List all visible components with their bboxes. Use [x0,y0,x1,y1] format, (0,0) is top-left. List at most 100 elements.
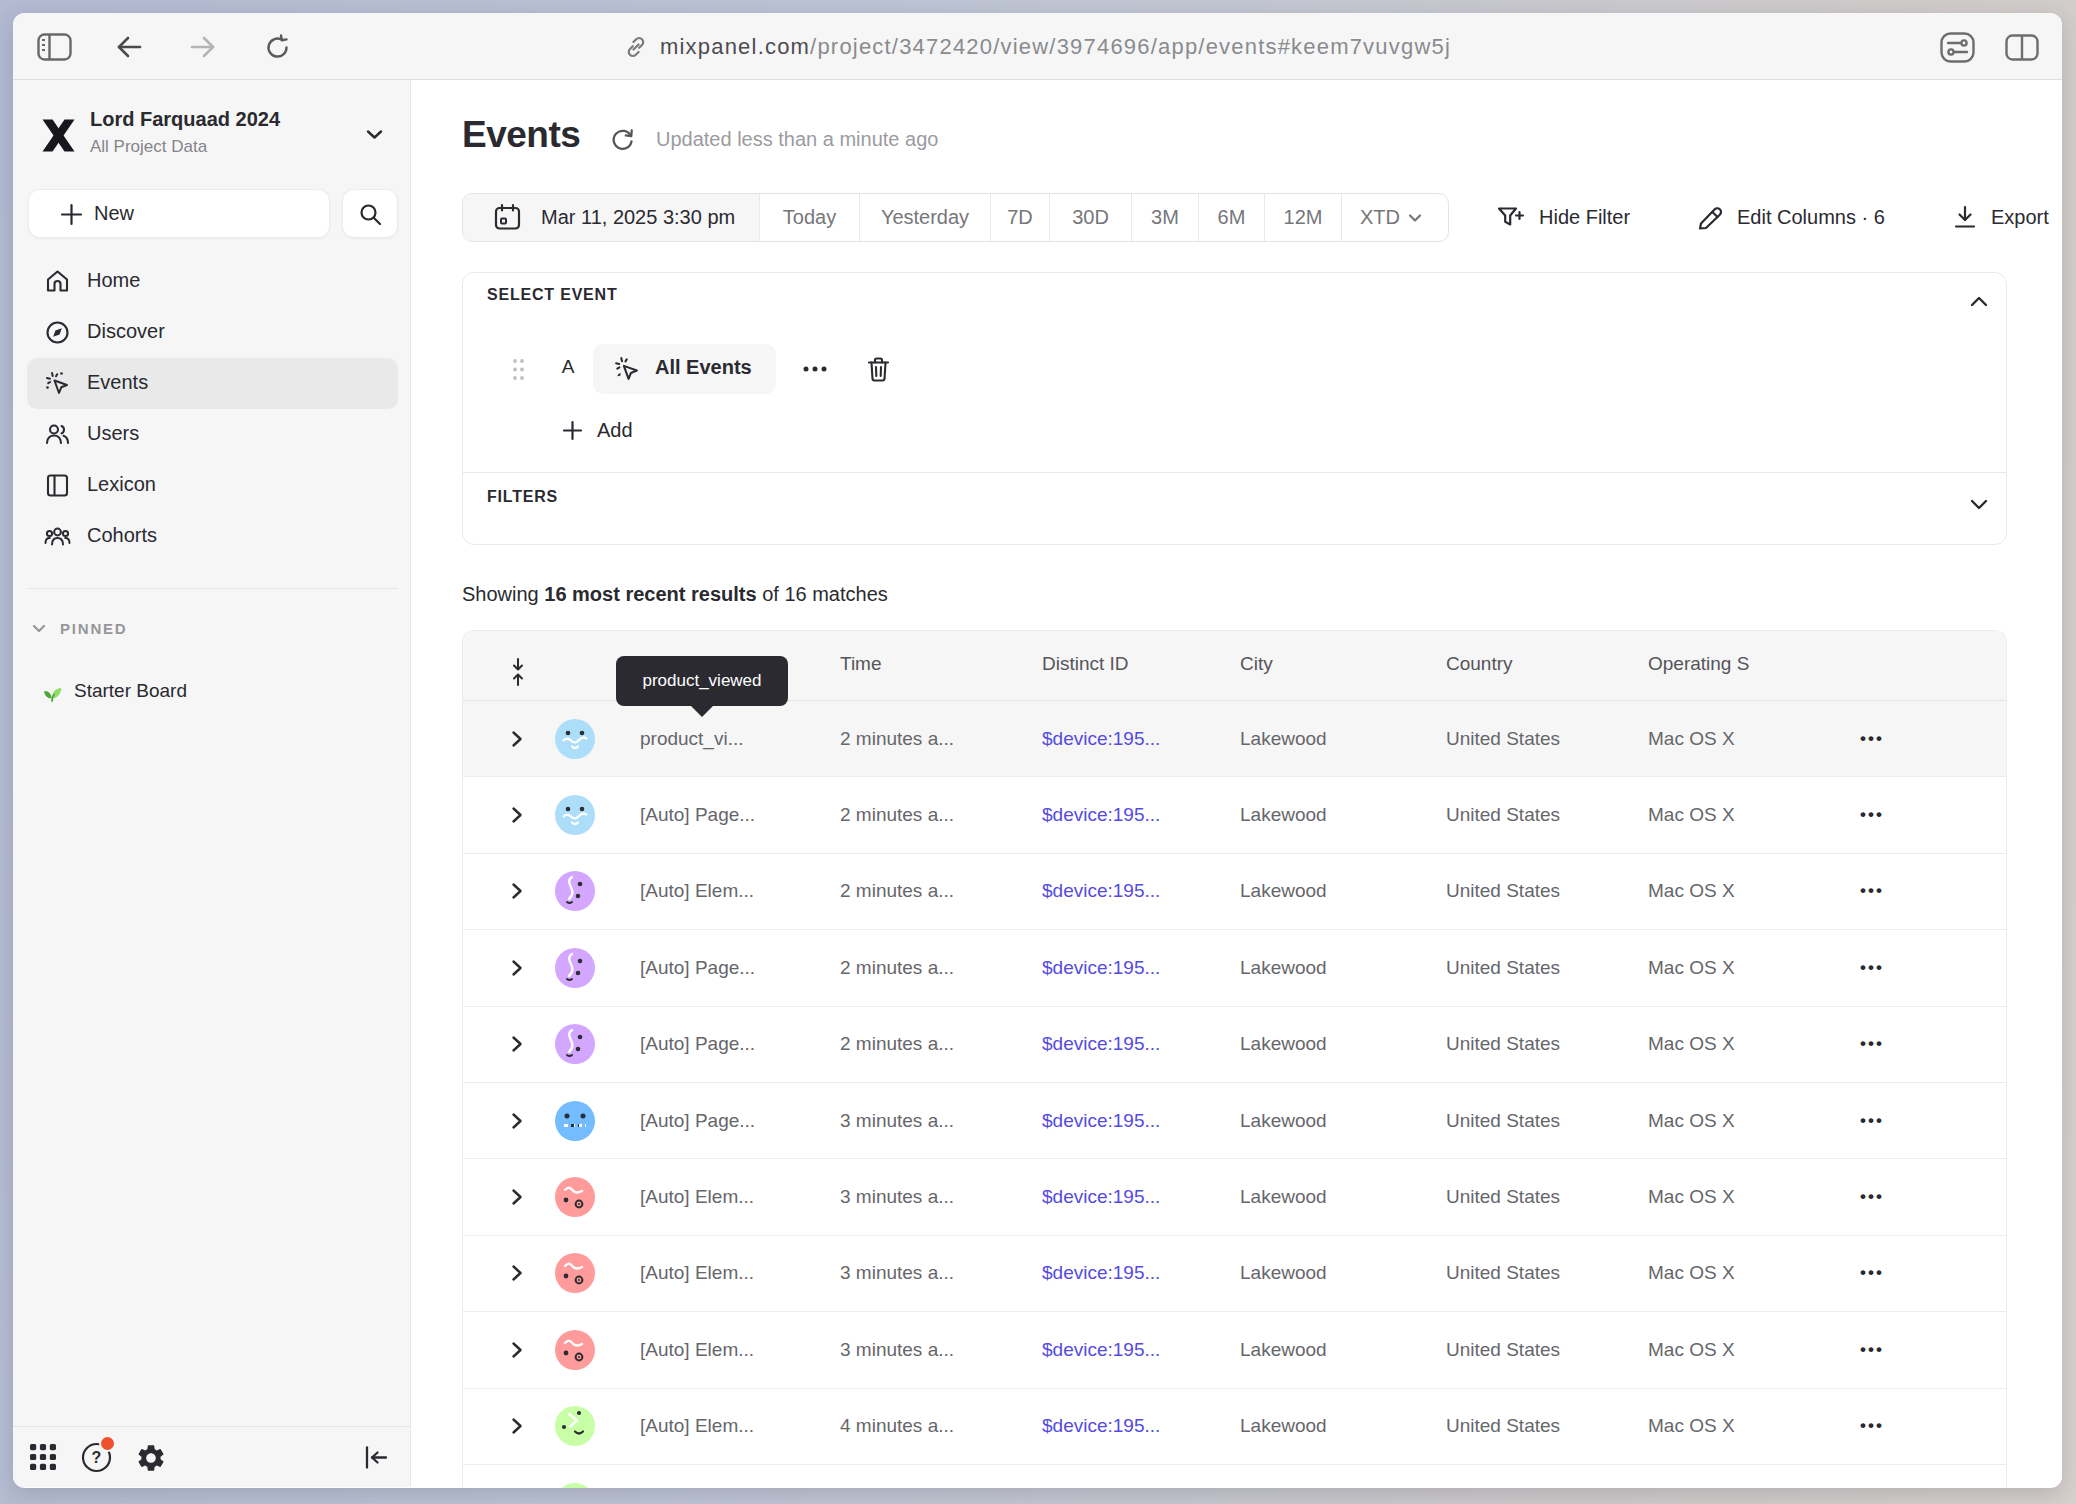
event-options-icon[interactable] [793,344,837,394]
all-events-selector[interactable]: All Events [593,344,776,394]
distinct-id-link[interactable]: $device:195... [1042,1110,1230,1132]
drag-handle-icon[interactable] [511,357,526,382]
expand-row-icon[interactable] [510,1188,524,1206]
preset-xtd[interactable]: XTD [1341,194,1440,241]
date-range-value: Mar 11, 2025 3:30 pm [541,206,735,229]
search-button[interactable] [342,189,398,238]
cohorts-icon [44,523,71,550]
sidebar-item-discover[interactable]: Discover [27,307,398,358]
cursor-click-icon [44,370,71,397]
help-icon[interactable]: ? [81,1442,112,1473]
sort-icon[interactable] [508,657,528,687]
table-row[interactable]: [Auto] Page... 2 minutes a... $device:19… [463,1007,2006,1083]
distinct-id-link[interactable]: $device:195... [1042,880,1230,902]
os-cell: Mac OS X [1648,1033,1848,1055]
event-tooltip: product_viewed [616,656,788,706]
column-header-os[interactable]: Operating S [1648,653,1749,675]
column-header-time[interactable]: Time [840,653,882,675]
sidebar-item-label: Discover [87,320,165,343]
row-actions-icon[interactable]: ••• [1848,1263,1896,1283]
table-row[interactable]: [Auto] Elem... 3 minutes a... $device:19… [463,1159,2006,1235]
preset-yesterday[interactable]: Yesterday [859,194,990,241]
expand-row-icon[interactable] [510,1341,524,1359]
distinct-id-link[interactable]: $device:195... [1042,804,1230,826]
expand-row-icon[interactable] [510,1417,524,1435]
expand-row-icon[interactable] [510,730,524,748]
expand-row-icon[interactable] [510,806,524,824]
collapse-section-icon[interactable] [1969,294,1989,309]
event-avatar [555,1406,595,1446]
distinct-id-link[interactable]: $device:195... [1042,1186,1230,1208]
row-actions-icon[interactable]: ••• [1848,958,1896,978]
sidebar-item-home[interactable]: Home [27,256,398,307]
row-actions-icon[interactable]: ••• [1848,729,1896,749]
table-row[interactable]: ••• [463,1465,2006,1488]
pinned-section-header[interactable]: PINNED [32,620,127,637]
table-row[interactable]: [Auto] Elem... 3 minutes a... $device:19… [463,1312,2006,1388]
table-row[interactable]: [Auto] Page... 2 minutes a... $device:19… [463,930,2006,1006]
page-settings-icon[interactable] [1940,32,1975,63]
expand-row-icon[interactable] [510,959,524,977]
row-actions-icon[interactable]: ••• [1848,1340,1896,1360]
sidebar-item-cohorts[interactable]: Cohorts [27,511,398,562]
hide-filter-button[interactable]: Hide Filter [1496,193,1630,242]
distinct-id-link[interactable]: $device:195... [1042,1033,1230,1055]
add-event-button[interactable]: Add [562,419,633,442]
row-actions-icon[interactable]: ••• [1848,1111,1896,1131]
project-name[interactable]: Lord Farquaad 2024 [90,108,280,131]
os-cell: Mac OS X [1648,728,1848,750]
row-actions-icon[interactable]: ••• [1848,1034,1896,1054]
table-row[interactable]: [Auto] Elem... 4 minutes a... $device:19… [463,1389,2006,1465]
distinct-id-link[interactable]: $device:195... [1042,1339,1230,1361]
sidebar-item-lexicon[interactable]: Lexicon [27,460,398,511]
sidebar-item-label: Cohorts [87,524,157,547]
sidebar-item-starter-board[interactable]: Starter Board [40,678,187,703]
preset-today[interactable]: Today [759,194,859,241]
event-row-letter: A [557,356,579,378]
preset-30d[interactable]: 30D [1049,194,1131,241]
new-button[interactable]: New [28,189,330,238]
project-chevron-down-icon[interactable] [366,128,383,141]
table-row[interactable]: [Auto] Elem... 2 minutes a... $device:19… [463,854,2006,930]
preset-6m[interactable]: 6M [1198,194,1264,241]
preset-12m[interactable]: 12M [1264,194,1341,241]
preset-3m[interactable]: 3M [1131,194,1198,241]
column-header-distinct-id[interactable]: Distinct ID [1042,653,1129,675]
city-cell: Lakewood [1240,1262,1432,1284]
preset-7d[interactable]: 7D [990,194,1049,241]
distinct-id-link[interactable]: $device:195... [1042,957,1230,979]
row-actions-icon[interactable]: ••• [1848,1416,1896,1436]
settings-gear-icon[interactable] [135,1442,167,1474]
expand-row-icon[interactable] [510,1112,524,1130]
country-cell: United States [1446,957,1641,979]
url-bar[interactable]: mixpanel.com/project/3472420/view/397469… [13,13,2062,80]
table-row[interactable]: [Auto] Page... 3 minutes a... $device:19… [463,1083,2006,1159]
sidebar-item-events[interactable]: Events [27,358,398,409]
split-view-icon[interactable] [2005,34,2039,61]
table-row[interactable]: [Auto] Elem... 3 minutes a... $device:19… [463,1236,2006,1312]
row-actions-icon[interactable]: ••• [1848,1187,1896,1207]
refresh-icon[interactable] [609,126,636,153]
delete-event-icon[interactable] [865,356,892,383]
lexicon-icon [44,472,71,499]
row-actions-icon[interactable]: ••• [1848,881,1896,901]
apps-grid-icon[interactable] [28,1442,58,1472]
sidebar-item-users[interactable]: Users [27,409,398,460]
distinct-id-link[interactable]: $device:195... [1042,1415,1230,1437]
collapse-sidebar-icon[interactable] [363,1444,390,1471]
table-row[interactable]: [Auto] Page... 2 minutes a... $device:19… [463,777,2006,853]
expand-row-icon[interactable] [510,1035,524,1053]
edit-columns-button[interactable]: Edit Columns · 6 [1696,193,1885,242]
expand-row-icon[interactable] [510,882,524,900]
distinct-id-link[interactable]: $device:195... [1042,728,1230,750]
expand-filters-icon[interactable] [1969,497,1989,512]
distinct-id-link[interactable]: $device:195... [1042,1262,1230,1284]
row-actions-icon[interactable]: ••• [1848,805,1896,825]
expand-row-icon[interactable] [510,1264,524,1282]
city-cell: Lakewood [1240,1033,1432,1055]
export-button[interactable]: Export [1952,193,2049,242]
events-table: Time Distinct ID City Country Operating … [462,630,2007,1488]
column-header-country[interactable]: Country [1446,653,1513,675]
column-header-city[interactable]: City [1240,653,1273,675]
date-range-current[interactable]: Mar 11, 2025 3:30 pm [463,194,759,241]
